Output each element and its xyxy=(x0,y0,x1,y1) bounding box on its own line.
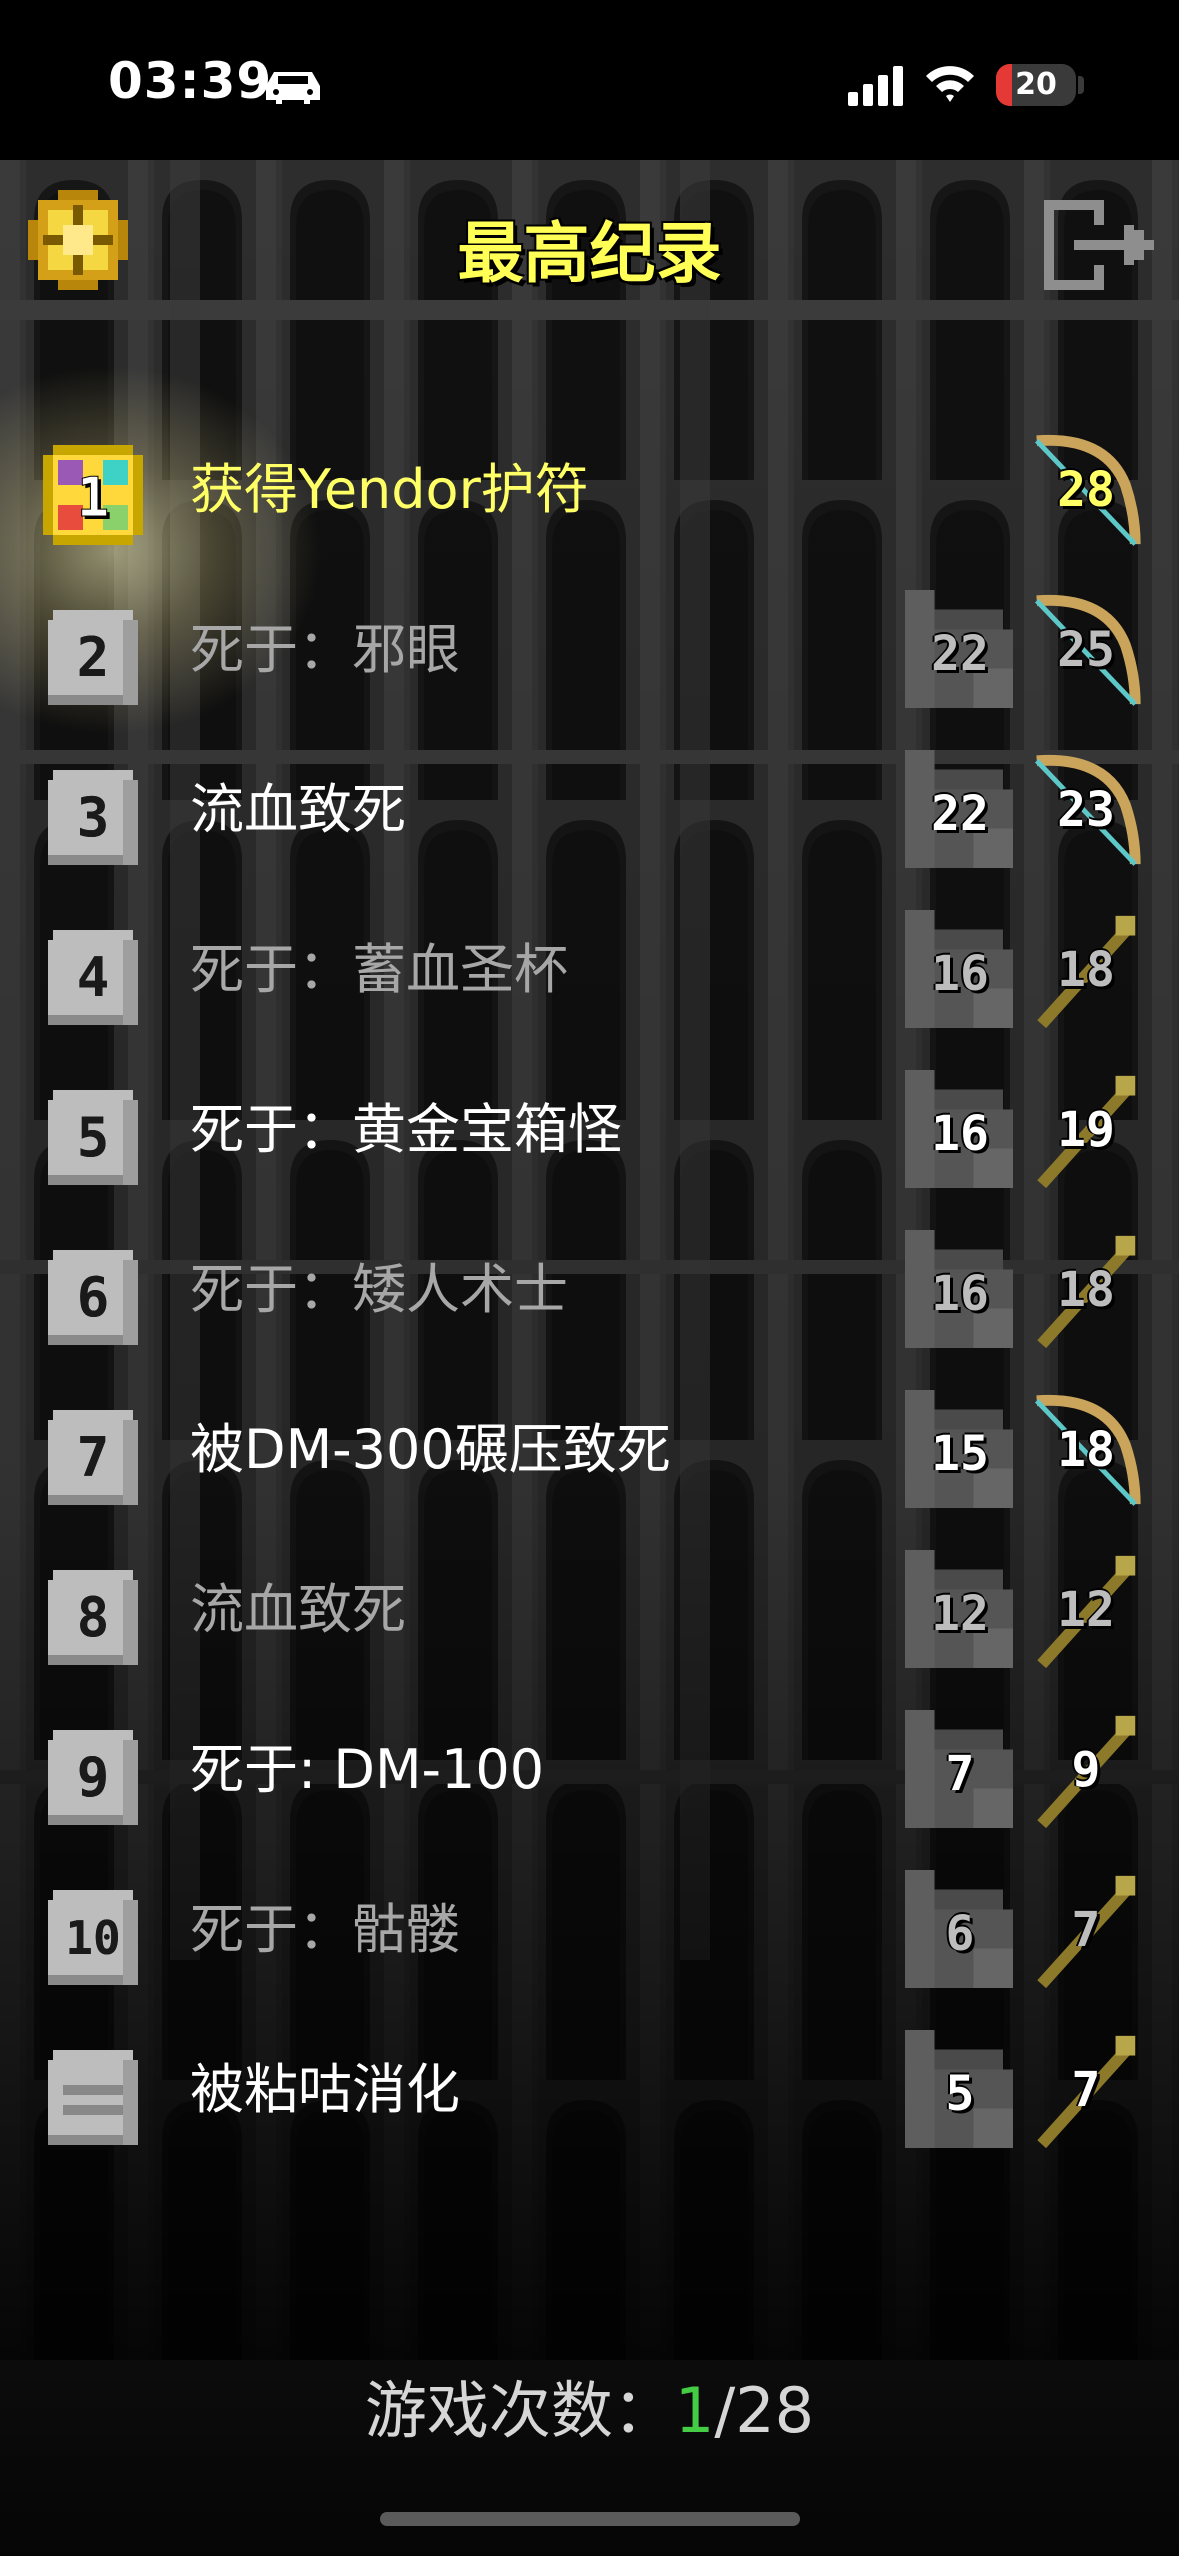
record-label: 获得Yendor护符 xyxy=(190,458,589,521)
level-value: 7 xyxy=(1071,2062,1101,2118)
record-row[interactable]: 5 死于：黄金宝箱怪 16 19 xyxy=(0,1050,1179,1210)
exit-icon[interactable] xyxy=(1044,200,1154,290)
level-value: 18 xyxy=(1057,942,1115,998)
record-label: 流血致死 xyxy=(190,1578,406,1641)
level-value: 12 xyxy=(1057,1582,1115,1638)
record-row[interactable]: 8 流血致死 12 12 xyxy=(0,1530,1179,1690)
level-value: 7 xyxy=(1071,1902,1101,1958)
depth-value: 16 xyxy=(931,1266,989,1322)
record-row[interactable]: 2 死于：邪眼 22 25 xyxy=(0,570,1179,730)
record-label: 死于：蓄血圣杯 xyxy=(190,938,568,1001)
rank-number: 6 xyxy=(76,1266,110,1329)
games-won-count: 1 xyxy=(674,2374,715,2447)
rank-number: 3 xyxy=(76,786,110,849)
page-title: 最高纪录 xyxy=(457,215,722,292)
depth-value: 7 xyxy=(945,1746,975,1802)
record-row[interactable]: 3 流血致死 22 23 xyxy=(0,730,1179,890)
rank-number: 10 xyxy=(65,1911,121,1965)
depth-value: 12 xyxy=(931,1586,989,1642)
record-row[interactable]: 1 获得Yendor护符 28 xyxy=(0,410,1179,570)
record-label: 死于：矮人术士 xyxy=(190,1258,568,1321)
record-row[interactable]: 10 死于：骷髅 6 7 xyxy=(0,1850,1179,2010)
level-value: 18 xyxy=(1057,1262,1115,1318)
battery-cap xyxy=(1078,76,1084,94)
rank-number: 7 xyxy=(76,1426,110,1489)
rank-number: 5 xyxy=(76,1106,110,1169)
rank-number: 4 xyxy=(76,946,110,1009)
depth-value: 15 xyxy=(931,1426,989,1482)
level-value: 18 xyxy=(1057,1422,1115,1478)
record-row[interactable]: 被粘咕消化 5 7 xyxy=(0,2010,1179,2170)
games-total-count: /28 xyxy=(714,2374,815,2447)
level-value: 23 xyxy=(1057,782,1115,838)
depth-value: 16 xyxy=(931,946,989,1002)
battery-indicator: 20 xyxy=(996,64,1076,106)
rank-number: 1 xyxy=(76,466,110,530)
level-value: 9 xyxy=(1071,1742,1101,1798)
depth-value: 5 xyxy=(945,2066,975,2122)
rankings-screen: 最高纪录 1 获得Yendor护符 28 2 死于：邪眼 22 25 3 流血致死 22 23 4 死于… xyxy=(0,160,1179,2556)
record-row[interactable]: 7 被DM-300碾压致死 15 18 xyxy=(0,1370,1179,1530)
battery-percent: 20 xyxy=(1015,67,1057,102)
record-label: 被DM-300碾压致死 xyxy=(190,1418,671,1481)
status-time: 03:39 xyxy=(108,52,273,110)
record-row[interactable]: 4 死于：蓄血圣杯 16 18 xyxy=(0,890,1179,1050)
depth-value: 22 xyxy=(931,786,989,842)
blank-tombstone-icon xyxy=(48,2050,138,2145)
record-label: 死于: DM-100 xyxy=(190,1738,545,1801)
level-value: 19 xyxy=(1057,1102,1115,1158)
depth-value: 6 xyxy=(945,1906,975,1962)
games-played: 游戏次数：1/28 xyxy=(0,2360,1179,2450)
rank-number: 8 xyxy=(76,1586,110,1649)
record-label: 死于：黄金宝箱怪 xyxy=(190,1098,622,1161)
status-bar: 03:39 20 xyxy=(0,0,1179,160)
record-row[interactable]: 6 死于：矮人术士 16 18 xyxy=(0,1210,1179,1370)
level-value: 28 xyxy=(1057,462,1115,518)
car-icon xyxy=(266,72,320,104)
home-indicator[interactable] xyxy=(380,2512,800,2526)
signal-icon xyxy=(848,66,903,106)
depth-value: 16 xyxy=(931,1106,989,1162)
record-label: 被粘咕消化 xyxy=(190,2058,460,2121)
record-row[interactable]: 9 死于: DM-100 7 9 xyxy=(0,1690,1179,1850)
wifi-icon xyxy=(926,66,974,102)
record-label: 流血致死 xyxy=(190,778,406,841)
level-value: 25 xyxy=(1057,622,1115,678)
rank-number: 9 xyxy=(76,1746,110,1809)
games-played-label: 游戏次数： xyxy=(364,2374,675,2447)
record-label: 死于：骷髅 xyxy=(190,1898,460,1961)
rank-number: 2 xyxy=(76,626,110,689)
depth-value: 22 xyxy=(931,626,989,682)
record-label: 死于：邪眼 xyxy=(190,618,460,681)
